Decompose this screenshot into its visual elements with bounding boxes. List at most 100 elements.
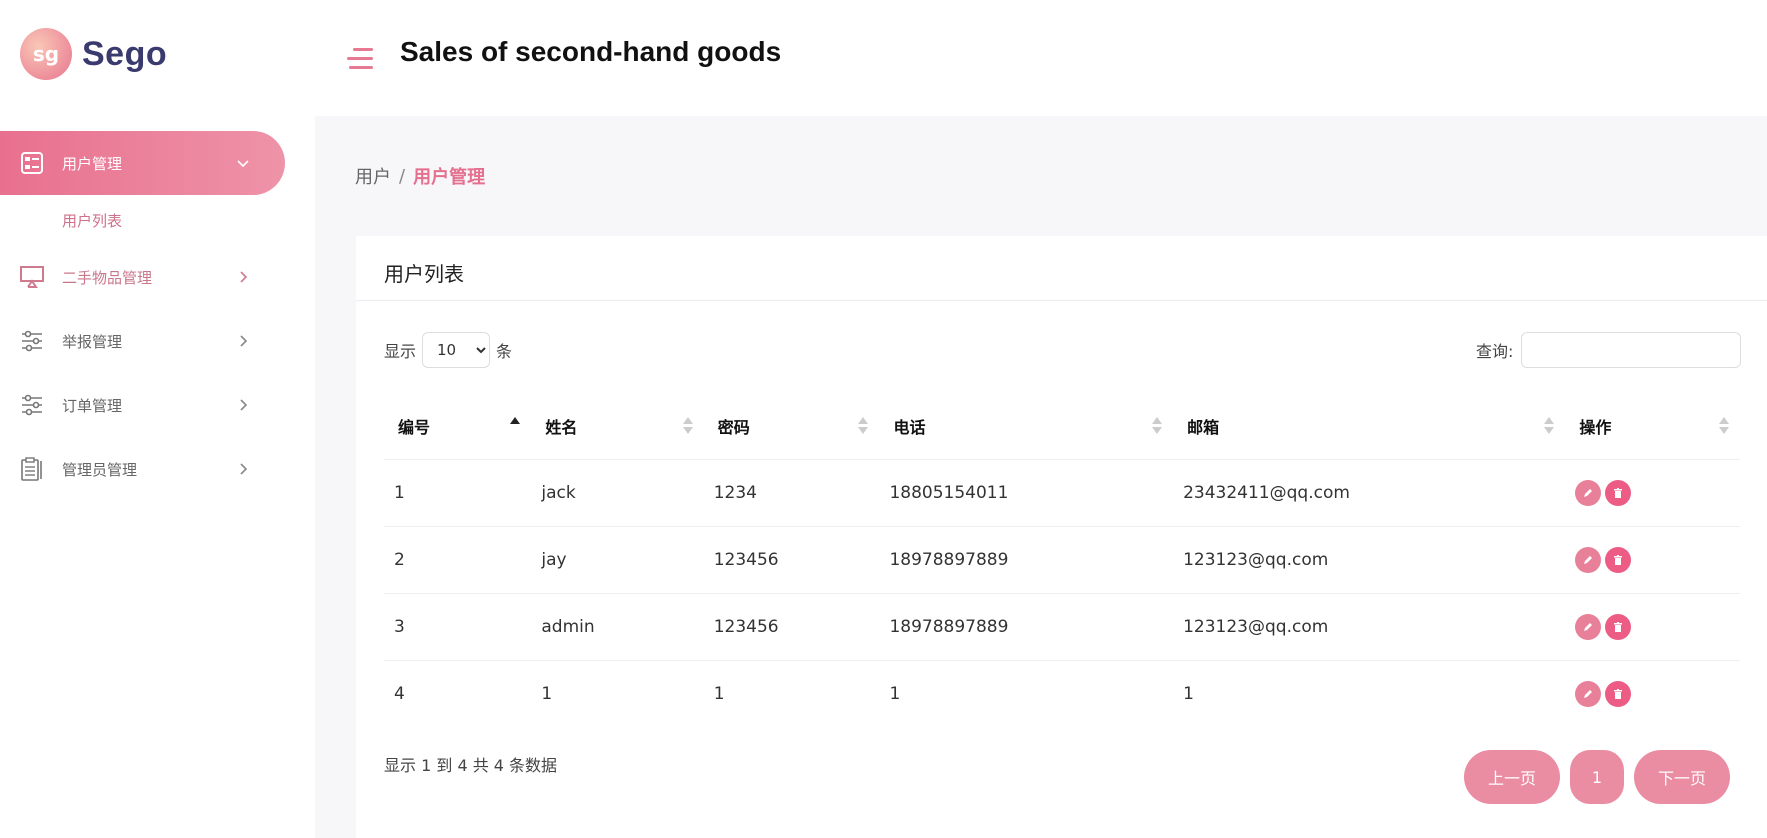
search-label: 查询: (1476, 342, 1514, 361)
sidebar-item-order-management[interactable]: 订单管理 (0, 373, 315, 437)
delete-button[interactable] (1605, 479, 1632, 506)
user-list-card: 用户列表 显示 10 条 查询: 编号 姓名 密码 电话 邮箱 操作 1 jac… (356, 236, 1767, 838)
sidebar-item-label: 管理员管理 (62, 460, 138, 479)
column-header-label: 邮箱 (1187, 417, 1220, 437)
sidebar-item-label: 用户管理 (62, 154, 123, 173)
cell-password: 123456 (703, 593, 880, 661)
pencil-icon (1584, 488, 1593, 497)
hamburger-menu-icon[interactable] (347, 48, 375, 72)
logo-mark: sg (20, 28, 72, 80)
trash-icon (1614, 554, 1623, 565)
sidebar-item-goods-management[interactable]: 二手物品管理 (0, 245, 315, 309)
cell-name: jay (531, 526, 704, 594)
cell-password: 1 (713, 683, 725, 704)
header: Sales of second-hand goods (315, 0, 1767, 116)
cell-actions (1565, 593, 1740, 661)
sort-icon (1151, 417, 1163, 435)
edit-button[interactable] (1575, 613, 1602, 640)
edit-button[interactable] (1575, 546, 1602, 573)
cell-password: 123456 (703, 526, 880, 594)
column-header-email[interactable]: 邮箱 (1173, 393, 1566, 460)
logo[interactable]: sg Sego (20, 28, 167, 80)
cell-actions (1565, 660, 1740, 727)
cell-id: 2 (384, 526, 532, 594)
cell-name: 1 (541, 683, 553, 704)
cell-phone: 18978897889 (879, 526, 1174, 594)
column-header-label: 电话 (893, 417, 926, 437)
delete-button[interactable] (1605, 546, 1632, 573)
column-header-actions[interactable]: 操作 (1565, 393, 1740, 460)
cell-name: jack (531, 459, 704, 527)
monitor-icon (20, 265, 44, 289)
sort-icon (857, 417, 869, 435)
prev-page-button[interactable]: 上一页 (1464, 750, 1560, 804)
page-1-button[interactable]: 1 (1570, 750, 1624, 804)
sidebar-nav: 用户管理 用户列表 二手物品管理 举报管理 订单管理 管理员管理 (0, 131, 315, 501)
page-title: Sales of second-hand goods (400, 36, 782, 67)
cell-email: 23432411@qq.com (1173, 459, 1566, 527)
sidebar: sg Sego 用户管理 用户列表 二手物品管理 举报管理 订单管理 管理员管理 (0, 0, 315, 838)
cell-actions (1565, 459, 1740, 527)
table-header-row: 编号 姓名 密码 电话 邮箱 操作 (384, 393, 1740, 460)
pencil-icon (1584, 555, 1593, 564)
sidebar-subitem-user-list[interactable]: 用户列表 (0, 195, 315, 245)
search-control: 查询: (1476, 332, 1742, 368)
clipboard-icon (20, 457, 44, 481)
cell-password: 1234 (703, 459, 880, 527)
user-table: 编号 姓名 密码 电话 邮箱 操作 1 jack 1234 1880515401… (384, 393, 1740, 727)
sidebar-item-label: 二手物品管理 (62, 268, 153, 287)
breadcrumb-parent[interactable]: 用户 (355, 163, 391, 189)
edit-button[interactable] (1575, 680, 1602, 707)
cell-id: 4 (394, 683, 405, 704)
sidebar-item-admin-management[interactable]: 管理员管理 (0, 437, 315, 501)
breadcrumb-separator: / (399, 165, 406, 187)
pencil-icon (1584, 622, 1593, 631)
page-length-control: 显示 10 条 (384, 332, 512, 368)
trash-icon (1614, 688, 1623, 699)
pencil-icon (1584, 689, 1593, 698)
sidebar-item-label: 订单管理 (62, 396, 123, 415)
column-header-label: 密码 (717, 417, 750, 437)
sidebar-item-report-management[interactable]: 举报管理 (0, 309, 315, 373)
sort-asc-icon (509, 417, 521, 435)
sort-icon (1718, 417, 1730, 435)
chevron-right-icon (233, 459, 253, 479)
sidebar-item-label: 举报管理 (62, 332, 123, 351)
chevron-right-icon (233, 267, 253, 287)
cell-actions (1565, 526, 1740, 594)
column-header-label: 操作 (1579, 417, 1612, 437)
sliders-icon (20, 393, 44, 417)
edit-button[interactable] (1575, 479, 1602, 506)
delete-button[interactable] (1605, 680, 1632, 707)
divider (356, 300, 1767, 301)
delete-button[interactable] (1605, 613, 1632, 640)
trash-icon (1614, 487, 1623, 498)
sidebar-item-user-management[interactable]: 用户管理 (0, 131, 285, 195)
cell-email: 1 (1183, 683, 1194, 704)
sort-icon (1543, 417, 1555, 435)
cell-id: 3 (384, 593, 532, 661)
cell-name: admin (531, 593, 704, 661)
dashboard-icon (20, 151, 44, 175)
cell-email: 123123@qq.com (1173, 526, 1566, 594)
column-header-name[interactable]: 姓名 (531, 393, 704, 460)
sort-icon (682, 417, 694, 435)
breadcrumb-current: 用户管理 (413, 167, 486, 188)
breadcrumb: 用户 / 用户管理 (355, 163, 485, 189)
page-length-select[interactable]: 10 (422, 332, 491, 368)
chevron-right-icon (233, 331, 253, 351)
search-input[interactable] (1521, 332, 1742, 368)
table-info: 显示 1 到 4 共 4 条数据 (384, 756, 558, 775)
table-row: 3 admin 123456 18978897889 123123@qq.com (384, 593, 1740, 661)
column-header-id[interactable]: 编号 (384, 393, 532, 460)
cell-email: 123123@qq.com (1173, 593, 1566, 661)
table-row: 4 1 1 1 1 (384, 660, 1740, 727)
next-page-button[interactable]: 下一页 (1634, 750, 1730, 804)
trash-icon (1614, 621, 1623, 632)
column-header-password[interactable]: 密码 (703, 393, 880, 460)
pagination: 上一页 1 下一页 (1464, 750, 1730, 804)
column-header-phone[interactable]: 电话 (879, 393, 1174, 460)
page-length-suffix: 条 (496, 342, 513, 361)
cell-phone: 1 (889, 683, 901, 704)
page-length-prefix: 显示 (384, 342, 417, 361)
